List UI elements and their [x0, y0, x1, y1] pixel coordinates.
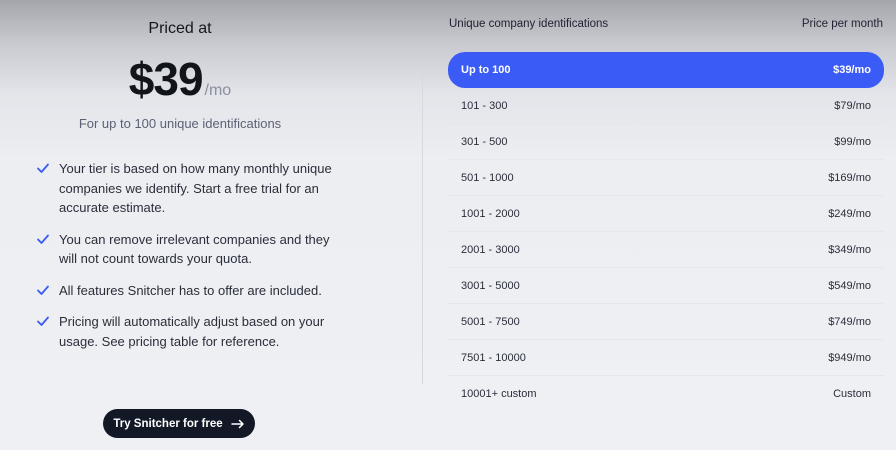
row-price: $249/mo	[828, 207, 871, 220]
check-icon	[37, 285, 49, 295]
panel-divider	[422, 72, 423, 384]
check-icon	[37, 316, 49, 326]
pricing-summary-panel: Priced at $39/mo For up to 100 unique id…	[0, 0, 420, 450]
check-icon	[37, 163, 49, 173]
header-identifications: Unique company identifications	[449, 18, 609, 30]
check-icon	[37, 234, 49, 244]
row-range: 501 - 1000	[461, 171, 514, 184]
pricing-row[interactable]: 10001+ custom Custom	[448, 376, 884, 412]
price-description: For up to 100 unique identifications	[78, 116, 282, 131]
row-range: 2001 - 3000	[461, 243, 520, 256]
row-range: 5001 - 7500	[461, 315, 520, 328]
pricing-row[interactable]: 3001 - 5000 $549/mo	[448, 268, 884, 304]
arrow-right-icon	[230, 419, 244, 428]
pricing-row[interactable]: 7501 - 10000 $949/mo	[448, 340, 884, 376]
pricing-row[interactable]: 2001 - 3000 $349/mo	[448, 232, 884, 268]
pricing-row[interactable]: 101 - 300 $79/mo	[448, 88, 884, 124]
feature-text: Your tier is based on how many monthly u…	[59, 161, 332, 215]
pricing-rows: Up to 100 $39/mo 101 - 300 $79/mo 301 - …	[448, 52, 884, 412]
pricing-row[interactable]: 301 - 500 $99/mo	[448, 124, 884, 160]
feature-item: Pricing will automatically adjust based …	[36, 312, 336, 351]
header-price: Price per month	[801, 18, 883, 30]
feature-item: All features Snitcher has to offer are i…	[36, 281, 336, 301]
row-price: $949/mo	[828, 351, 871, 364]
row-price: $39/mo	[833, 64, 871, 76]
feature-item: You can remove irrelevant companies and …	[36, 230, 336, 269]
row-price: $79/mo	[834, 99, 871, 112]
pricing-table-header: Unique company identifications Price per…	[448, 18, 884, 34]
row-range: Up to 100	[461, 64, 511, 76]
pricing-row[interactable]: 501 - 1000 $169/mo	[448, 160, 884, 196]
row-price: $169/mo	[828, 171, 871, 184]
price-display: $39/mo	[0, 52, 360, 106]
pricing-row[interactable]: 5001 - 7500 $749/mo	[448, 304, 884, 340]
pricing-row[interactable]: 1001 - 2000 $249/mo	[448, 196, 884, 232]
row-range: 301 - 500	[461, 135, 508, 148]
row-range: 10001+ custom	[461, 388, 537, 400]
price-unit: /mo	[204, 82, 232, 99]
feature-list: Your tier is based on how many monthly u…	[36, 159, 336, 363]
row-price: $749/mo	[828, 315, 871, 328]
pricing-row-selected[interactable]: Up to 100 $39/mo	[448, 52, 884, 88]
row-price: $99/mo	[834, 135, 871, 148]
priced-at-label: Priced at	[148, 20, 212, 37]
row-price: $549/mo	[828, 279, 871, 292]
feature-text: Pricing will automatically adjust based …	[59, 314, 325, 349]
row-price: Custom	[833, 388, 871, 400]
feature-text: All features Snitcher has to offer are i…	[59, 282, 322, 298]
feature-item: Your tier is based on how many monthly u…	[36, 159, 336, 218]
row-range: 7501 - 10000	[461, 351, 526, 364]
row-range: 3001 - 5000	[461, 279, 520, 292]
row-range: 101 - 300	[461, 99, 508, 112]
price-amount: $39	[128, 53, 204, 105]
feature-text: You can remove irrelevant companies and …	[59, 231, 330, 267]
row-range: 1001 - 2000	[461, 207, 520, 220]
try-free-label: Try Snitcher for free	[113, 417, 223, 430]
try-free-button[interactable]: Try Snitcher for free	[103, 409, 255, 438]
row-price: $349/mo	[828, 243, 871, 256]
